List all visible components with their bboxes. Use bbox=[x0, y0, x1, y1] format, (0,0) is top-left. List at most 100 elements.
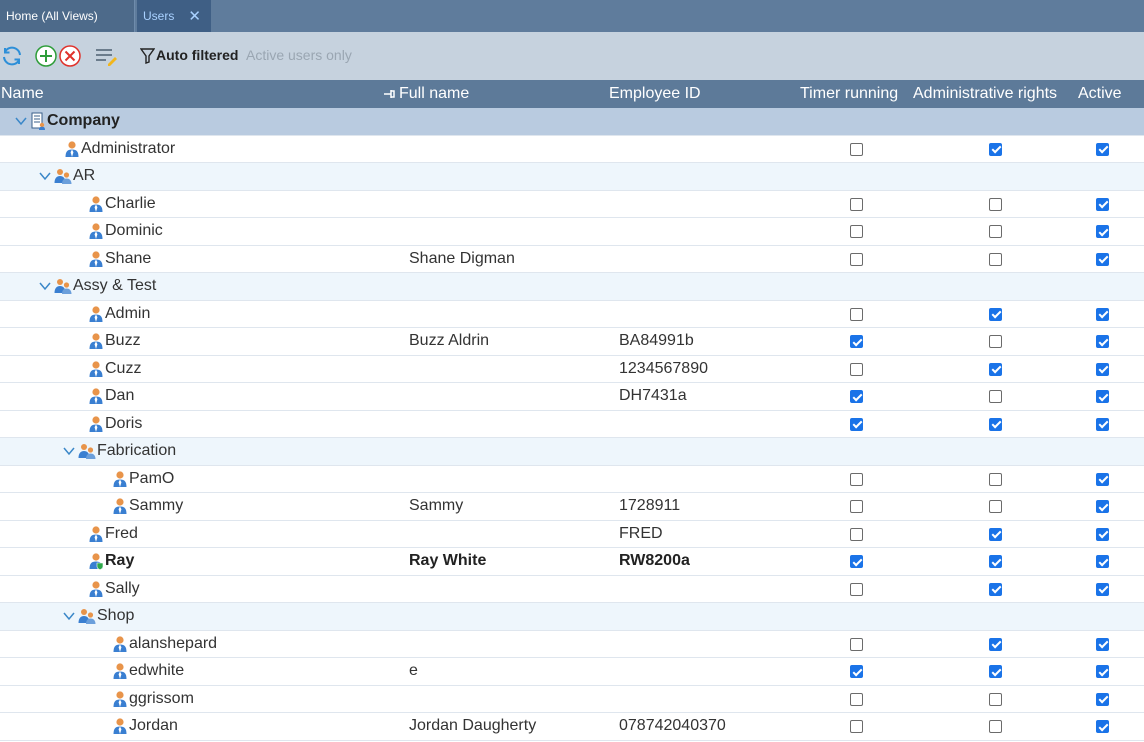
active-checkbox[interactable] bbox=[1096, 692, 1109, 706]
user-row[interactable]: PamO bbox=[0, 466, 1144, 493]
timer-running-checkbox[interactable] bbox=[850, 692, 863, 706]
active-checkbox[interactable] bbox=[1096, 197, 1109, 211]
user-row[interactable]: Dan DH7431a bbox=[0, 383, 1144, 411]
company-row[interactable]: Company bbox=[0, 108, 1144, 136]
timer-running-checkbox[interactable] bbox=[850, 390, 863, 403]
active-checkbox[interactable] bbox=[1096, 390, 1109, 403]
column-header-administrative-rights[interactable]: Administrative rights bbox=[913, 85, 1057, 103]
active-checkbox[interactable] bbox=[1096, 362, 1109, 376]
active-checkbox[interactable] bbox=[1096, 225, 1109, 238]
user-row[interactable]: Cuzz 1234567890 bbox=[0, 356, 1144, 383]
administrative-rights-checkbox[interactable] bbox=[989, 390, 1002, 403]
user-row[interactable]: Jordan Jordan Daugherty 078742040370 bbox=[0, 713, 1144, 741]
timer-running-checkbox[interactable] bbox=[850, 665, 863, 678]
chevron-down-icon[interactable] bbox=[14, 114, 28, 128]
name-cell: Dan bbox=[88, 387, 134, 405]
administrative-rights-checkbox[interactable] bbox=[989, 500, 1002, 513]
user-row[interactable]: Administrator bbox=[0, 136, 1144, 163]
administrative-rights-checkbox[interactable] bbox=[989, 335, 1002, 348]
tab-home-all-views[interactable]: Home (All Views) bbox=[0, 0, 135, 32]
administrative-rights-checkbox[interactable] bbox=[989, 637, 1002, 651]
chevron-down-icon[interactable] bbox=[62, 444, 76, 458]
active-checkbox[interactable] bbox=[1096, 555, 1109, 568]
delete-icon[interactable] bbox=[58, 44, 82, 68]
user-row[interactable]: edwhite e bbox=[0, 658, 1144, 686]
column-header-full-name[interactable]: Full name bbox=[399, 85, 469, 103]
administrative-rights-checkbox[interactable] bbox=[989, 720, 1002, 733]
administrative-rights-checkbox[interactable] bbox=[989, 307, 1002, 321]
timer-running-checkbox[interactable] bbox=[850, 362, 863, 376]
group-row[interactable]: AR bbox=[0, 163, 1144, 191]
timer-running-checkbox[interactable] bbox=[850, 527, 863, 541]
timer-running-checkbox[interactable] bbox=[850, 225, 863, 238]
active-checkbox[interactable] bbox=[1096, 720, 1109, 733]
timer-running-checkbox[interactable] bbox=[850, 197, 863, 211]
close-icon[interactable]: ✕ bbox=[188, 9, 201, 24]
refresh-icon[interactable] bbox=[0, 44, 24, 68]
active-checkbox[interactable] bbox=[1096, 142, 1109, 156]
column-header-name[interactable]: Name bbox=[1, 85, 44, 103]
active-checkbox[interactable] bbox=[1096, 500, 1109, 513]
user-row[interactable]: Admin bbox=[0, 301, 1144, 328]
column-header-active[interactable]: Active bbox=[1078, 85, 1122, 103]
user-row[interactable]: Sammy Sammy 1728911 bbox=[0, 493, 1144, 521]
user-row[interactable]: Fred FRED bbox=[0, 521, 1144, 548]
administrative-rights-checkbox[interactable] bbox=[989, 472, 1002, 486]
administrative-rights-checkbox[interactable] bbox=[989, 197, 1002, 211]
user-row[interactable]: alanshepard bbox=[0, 631, 1144, 658]
timer-running-checkbox[interactable] bbox=[850, 417, 863, 431]
administrative-rights-checkbox[interactable] bbox=[989, 252, 1002, 266]
user-row[interactable]: Doris bbox=[0, 411, 1144, 438]
chevron-down-icon[interactable] bbox=[38, 169, 52, 183]
timer-running-checkbox[interactable] bbox=[850, 335, 863, 348]
user-row[interactable]: Dominic bbox=[0, 218, 1144, 246]
user-row[interactable]: ggrissom bbox=[0, 686, 1144, 713]
user-row[interactable]: Buzz Buzz Aldrin BA84991b bbox=[0, 328, 1144, 356]
active-checkbox[interactable] bbox=[1096, 252, 1109, 266]
chevron-down-icon[interactable] bbox=[62, 609, 76, 623]
filter-label[interactable]: Auto filtered bbox=[156, 47, 238, 63]
user-row[interactable]: Ray Ray White RW8200a bbox=[0, 548, 1144, 576]
administrative-rights-checkbox[interactable] bbox=[989, 527, 1002, 541]
active-checkbox[interactable] bbox=[1096, 335, 1109, 348]
user-row[interactable]: Sally bbox=[0, 576, 1144, 603]
administrative-rights-checkbox[interactable] bbox=[989, 142, 1002, 156]
group-row[interactable]: Fabrication bbox=[0, 438, 1144, 466]
filter-icon[interactable] bbox=[140, 48, 155, 64]
active-checkbox[interactable] bbox=[1096, 637, 1109, 651]
timer-running-checkbox[interactable] bbox=[850, 472, 863, 486]
administrative-rights-checkbox[interactable] bbox=[989, 362, 1002, 376]
pin-icon[interactable] bbox=[383, 88, 397, 100]
chevron-down-icon[interactable] bbox=[38, 279, 52, 293]
edit-list-icon[interactable] bbox=[94, 44, 118, 68]
administrative-rights-checkbox[interactable] bbox=[989, 582, 1002, 596]
administrative-rights-checkbox[interactable] bbox=[989, 555, 1002, 568]
administrative-rights-checkbox[interactable] bbox=[989, 665, 1002, 678]
group-row[interactable]: Shop bbox=[0, 603, 1144, 631]
timer-running-checkbox[interactable] bbox=[850, 142, 863, 156]
active-checkbox[interactable] bbox=[1096, 665, 1109, 678]
name-cell: Sammy bbox=[112, 497, 183, 515]
timer-running-checkbox[interactable] bbox=[850, 500, 863, 513]
active-checkbox[interactable] bbox=[1096, 307, 1109, 321]
active-checkbox[interactable] bbox=[1096, 417, 1109, 431]
column-header-timer-running[interactable]: Timer running bbox=[800, 85, 898, 103]
timer-running-checkbox[interactable] bbox=[850, 637, 863, 651]
active-checkbox[interactable] bbox=[1096, 472, 1109, 486]
user-row[interactable]: Shane Shane Digman bbox=[0, 246, 1144, 273]
timer-running-checkbox[interactable] bbox=[850, 720, 863, 733]
user-row[interactable]: Charlie bbox=[0, 191, 1144, 218]
administrative-rights-checkbox[interactable] bbox=[989, 225, 1002, 238]
timer-running-checkbox[interactable] bbox=[850, 582, 863, 596]
active-checkbox[interactable] bbox=[1096, 527, 1109, 541]
administrative-rights-checkbox[interactable] bbox=[989, 692, 1002, 706]
group-row[interactable]: Assy & Test bbox=[0, 273, 1144, 301]
tab-users[interactable]: Users ✕ bbox=[137, 0, 211, 32]
timer-running-checkbox[interactable] bbox=[850, 252, 863, 266]
timer-running-checkbox[interactable] bbox=[850, 307, 863, 321]
timer-running-checkbox[interactable] bbox=[850, 555, 863, 568]
active-checkbox[interactable] bbox=[1096, 582, 1109, 596]
add-icon[interactable] bbox=[34, 44, 58, 68]
column-header-employee-id[interactable]: Employee ID bbox=[609, 85, 701, 103]
administrative-rights-checkbox[interactable] bbox=[989, 417, 1002, 431]
